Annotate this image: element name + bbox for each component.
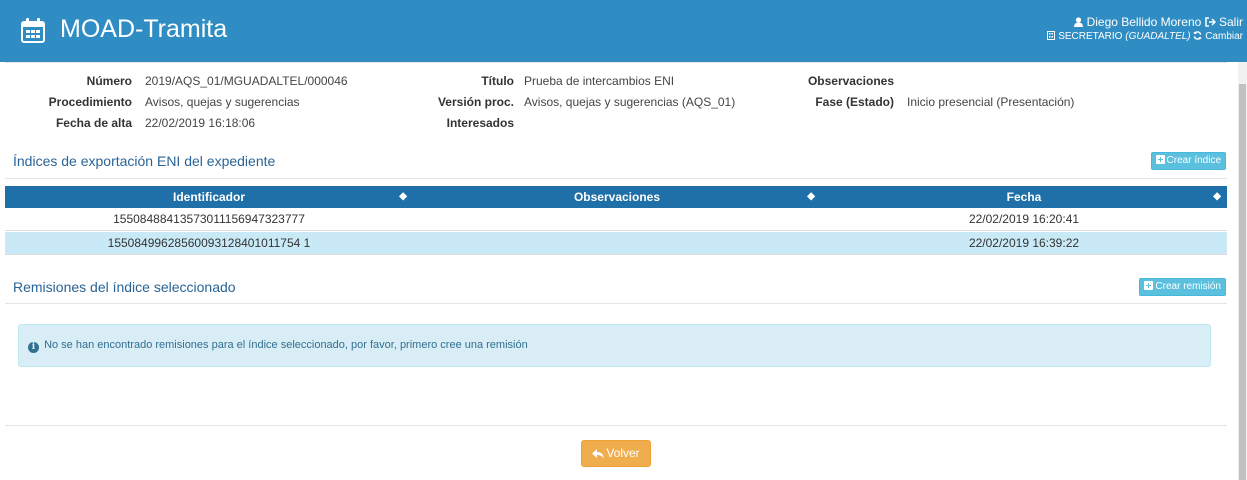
divider [5, 425, 1227, 426]
field-procedimiento-value: Avisos, quejas y sugerencias [145, 95, 300, 109]
field-procedimiento-label: Procedimiento [48, 95, 132, 109]
create-index-label: Crear índice [1166, 155, 1221, 166]
app-header: MOAD-Tramita Diego Bellido Moreno Salir … [0, 0, 1247, 62]
change-role-link[interactable]: Cambiar [1205, 31, 1243, 42]
app-title: MOAD-Tramita [60, 15, 228, 43]
reply-icon [592, 449, 605, 459]
table-header: Identificador ◆ Observaciones ◆ Fecha ◆ [5, 186, 1227, 208]
table-row-selected[interactable]: 15508499628560093128401011754 1 22/02/20… [5, 232, 1227, 255]
remisiones-section-title: Remisiones del índice seleccionado [13, 279, 236, 295]
table-row[interactable]: 15508488413573011156947323777 22/02/2019… [5, 208, 1227, 231]
field-observaciones-label: Observaciones [807, 74, 894, 88]
cell-observaciones [413, 208, 821, 230]
field-interesados-label: Interesados [446, 116, 514, 130]
calendar-icon [21, 18, 45, 43]
divider [5, 178, 1227, 179]
divider [5, 303, 1227, 304]
role-org: (GUADALTEL) [1125, 31, 1191, 42]
back-button[interactable]: Volver [581, 440, 651, 467]
user-menu: Diego Bellido Moreno Salir [1074, 15, 1243, 29]
field-version-proc-label: Versión proc. [437, 95, 514, 109]
field-version-proc-value: Avisos, quejas y sugerencias (AQS_01) [524, 95, 736, 109]
field-fecha-alta-value: 22/02/2019 16:18:06 [145, 116, 256, 130]
user-name[interactable]: Diego Bellido Moreno [1087, 15, 1202, 29]
field-numero-value: 2019/AQS_01/MGUADALTEL/000046 [145, 74, 348, 88]
alert-message: No se han encontrado remisiones para el … [44, 339, 528, 351]
indices-section-title: Índices de exportación ENI del expedient… [13, 153, 276, 169]
column-header-observaciones[interactable]: Observaciones ◆ [413, 186, 821, 208]
plus-square-icon [1155, 155, 1165, 164]
plus-square-icon [1144, 281, 1154, 290]
sort-icon: ◆ [399, 191, 407, 202]
field-fase-label: Fase (Estado) [815, 95, 894, 109]
column-header-identificador[interactable]: Identificador ◆ [5, 186, 413, 208]
role-name: SECRETARIO [1058, 31, 1123, 42]
cell-fecha: 22/02/2019 16:20:41 [968, 212, 1080, 226]
building-icon [1047, 31, 1056, 40]
column-header-label: Fecha [1006, 190, 1042, 204]
field-fecha-alta-label: Fecha de alta [55, 116, 132, 130]
logout-link[interactable]: Salir [1219, 15, 1243, 29]
field-fase-value: Inicio presencial (Presentación) [907, 95, 1075, 109]
create-remission-button[interactable]: Crear remisión [1139, 278, 1226, 296]
cell-identificador: 15508499628560093128401011754 1 [107, 236, 311, 250]
cell-observaciones [413, 232, 821, 254]
field-titulo-label: Título [481, 74, 514, 88]
column-header-fecha[interactable]: Fecha ◆ [821, 186, 1227, 208]
field-titulo-value: Prueba de intercambios ENI [524, 74, 675, 88]
cell-fecha: 22/02/2019 16:39:22 [968, 236, 1080, 250]
column-header-label: Observaciones [573, 190, 661, 204]
info-circle-icon: i [28, 342, 39, 353]
create-remission-label: Crear remisión [1155, 281, 1221, 292]
sort-icon: ◆ [1213, 191, 1221, 202]
cell-identificador: 15508488413573011156947323777 [113, 212, 305, 226]
field-numero-label: Número [86, 74, 132, 88]
logout-icon[interactable] [1204, 17, 1216, 27]
create-index-button[interactable]: Crear índice [1150, 152, 1226, 170]
page-scrollbar[interactable] [1238, 62, 1247, 480]
user-icon [1074, 17, 1084, 27]
back-label: Volver [606, 446, 640, 460]
divider [5, 62, 1227, 63]
main-content: Número 2019/AQS_01/MGUADALTEL/000046 Pro… [5, 62, 1227, 480]
scrollbar-thumb[interactable] [1239, 84, 1246, 480]
empty-remissions-alert: i No se han encontrado remisiones para e… [18, 324, 1211, 367]
column-header-label: Identificador [172, 190, 245, 204]
sort-icon: ◆ [807, 191, 815, 202]
role-info: SECRETARIO (GUADALTEL) Cambiar [1047, 31, 1243, 42]
refresh-icon[interactable] [1193, 31, 1202, 40]
